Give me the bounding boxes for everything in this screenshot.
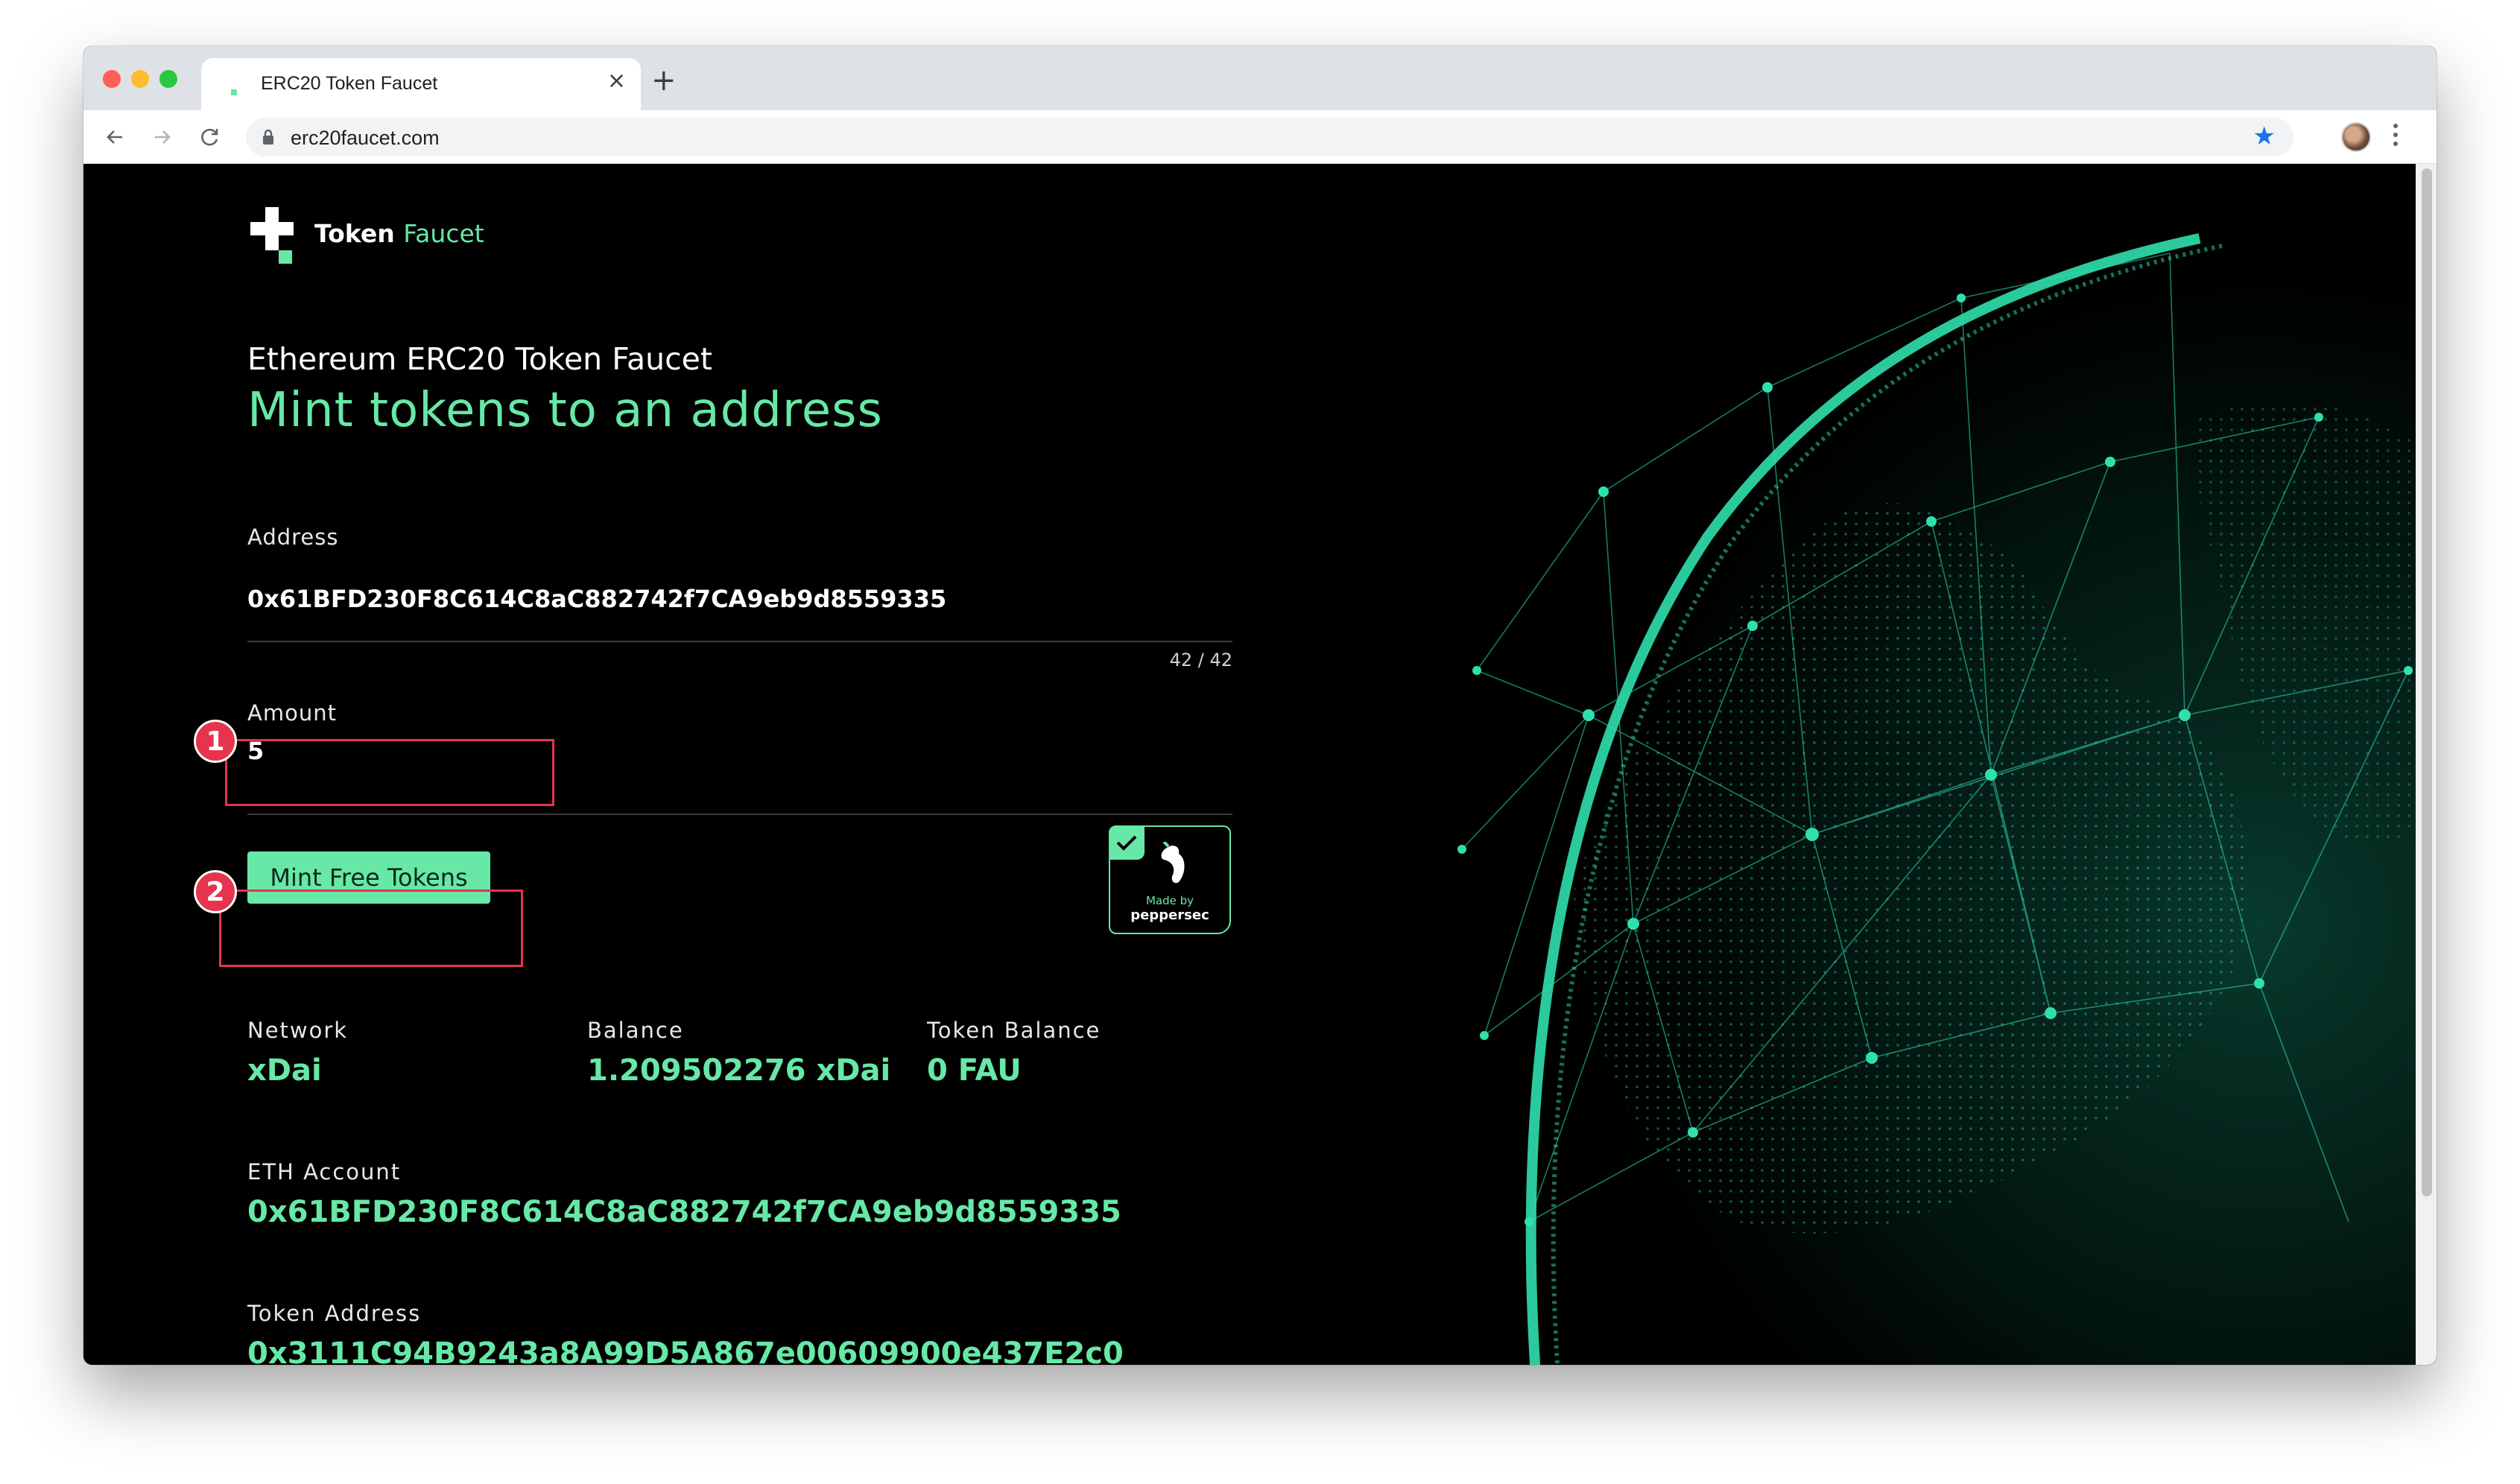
address-char-counter: 42 / 42 bbox=[1169, 650, 1232, 670]
browser-toolbar: erc20faucet.com ★ bbox=[83, 110, 2437, 164]
peppersec-badge[interactable]: Made by peppersec bbox=[1109, 825, 1231, 934]
url-text: erc20faucet.com bbox=[291, 127, 440, 149]
tab-title: ERC20 Token Faucet bbox=[261, 73, 438, 94]
globe-network-illustration bbox=[1454, 186, 2416, 1365]
browser-window: ERC20 Token Faucet × + erc20faucet.com ★ bbox=[83, 46, 2437, 1365]
menu-kebab-icon[interactable] bbox=[2393, 124, 2398, 150]
brand-accent: Faucet bbox=[403, 219, 484, 248]
close-tab-icon[interactable]: × bbox=[607, 70, 626, 92]
eth-account-label: ETH Account bbox=[247, 1159, 402, 1185]
page-subtitle: Ethereum ERC20 Token Faucet bbox=[247, 341, 712, 377]
token-balance-value: 0 FAU bbox=[927, 1053, 1022, 1088]
scrollbar-thumb[interactable] bbox=[2422, 168, 2432, 1196]
annotation-badge-2: 2 bbox=[194, 870, 237, 913]
back-button[interactable] bbox=[97, 119, 133, 155]
arrow-left-icon bbox=[107, 130, 122, 144]
profile-avatar[interactable] bbox=[2341, 122, 2371, 152]
address-underline bbox=[247, 641, 1232, 642]
tab-strip: ERC20 Token Faucet × + bbox=[83, 46, 2437, 110]
amount-underline bbox=[247, 814, 1232, 815]
reload-icon bbox=[201, 128, 218, 146]
page-content: Token Faucet Ethereum ERC20 Token Faucet… bbox=[83, 164, 2416, 1365]
new-tab-button[interactable]: + bbox=[651, 66, 677, 95]
maximize-window-button[interactable] bbox=[159, 70, 177, 88]
lock-icon bbox=[263, 129, 273, 145]
annotation-box-1 bbox=[225, 739, 554, 806]
made-by-text: Made by bbox=[1145, 894, 1194, 907]
tab-erc20-faucet[interactable]: ERC20 Token Faucet × bbox=[201, 58, 641, 110]
balance-value: 1.209502276 xDai bbox=[587, 1053, 891, 1088]
peppersec-text: peppersec bbox=[1130, 907, 1209, 923]
pepper-icon bbox=[1161, 842, 1185, 884]
eth-account-value: 0x61BFD230F8C614C8aC882742f7CA9eb9d85593… bbox=[247, 1195, 1121, 1229]
address-field[interactable]: 0x61BFD230F8C614C8aC882742f7CA9eb9d85593… bbox=[247, 585, 946, 613]
arrow-right-icon bbox=[155, 130, 171, 144]
token-faucet-logo bbox=[250, 207, 294, 264]
annotation-box-2 bbox=[219, 890, 523, 967]
network-value: xDai bbox=[247, 1053, 322, 1088]
close-window-button[interactable] bbox=[103, 70, 121, 88]
brand-name: Token Faucet bbox=[314, 219, 484, 248]
address-label: Address bbox=[247, 524, 339, 550]
brand-primary: Token bbox=[314, 219, 395, 248]
token-balance-label: Token Balance bbox=[927, 1018, 1101, 1043]
page-scrollbar[interactable] bbox=[2416, 164, 2437, 1365]
address-bar[interactable]: erc20faucet.com ★ bbox=[246, 118, 2293, 156]
minimize-window-button[interactable] bbox=[131, 70, 149, 88]
page-title: Mint tokens to an address bbox=[247, 383, 883, 438]
network-label: Network bbox=[247, 1018, 349, 1043]
reload-button[interactable] bbox=[192, 119, 228, 155]
check-icon bbox=[1109, 825, 1145, 860]
favicon-icon bbox=[231, 89, 237, 95]
token-address-label: Token Address bbox=[247, 1301, 422, 1326]
bookmark-star-icon[interactable]: ★ bbox=[2253, 124, 2276, 149]
token-address-value: 0x3111C94B9243a8A99D5A867e00609900e437E2… bbox=[247, 1336, 1124, 1365]
balance-label: Balance bbox=[587, 1018, 684, 1043]
forward-button[interactable] bbox=[145, 119, 180, 155]
annotation-badge-1: 1 bbox=[194, 720, 237, 763]
